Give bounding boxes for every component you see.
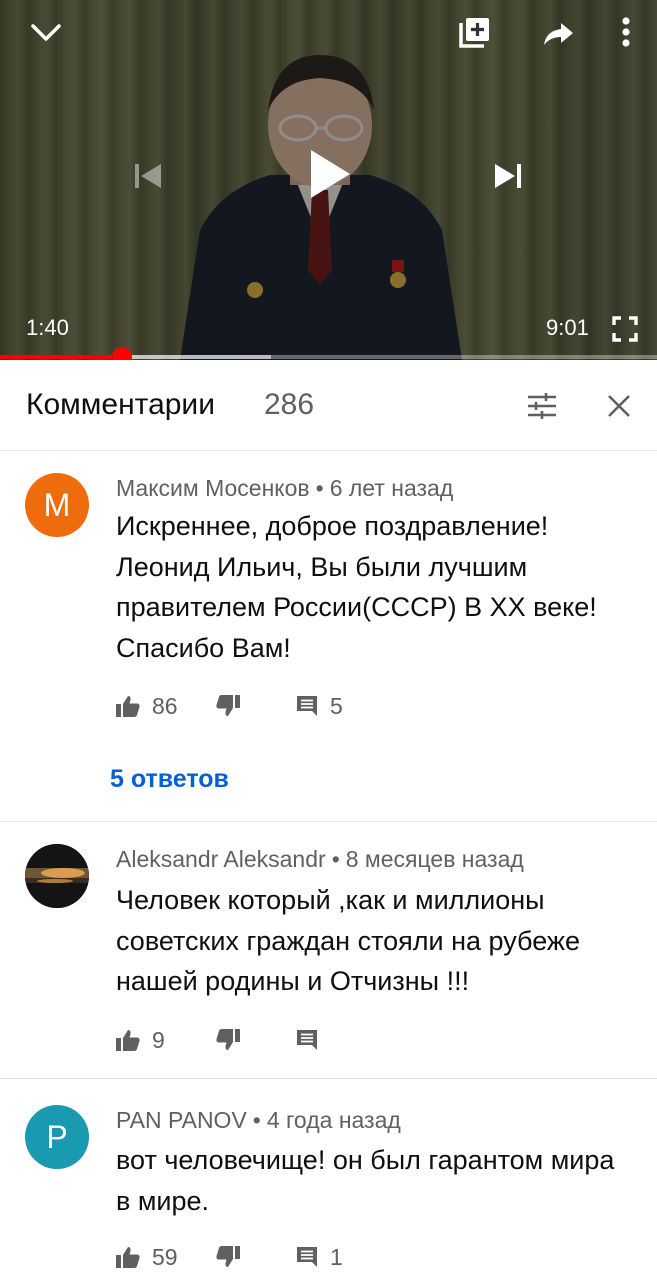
play-button[interactable]: [298, 142, 362, 206]
comments-count: 286: [264, 388, 315, 421]
like-count: 59: [152, 1243, 178, 1270]
thumb-down-icon: [216, 1246, 240, 1267]
add-to-playlist-button[interactable]: [455, 12, 495, 52]
avatar[interactable]: P: [25, 1105, 89, 1169]
like-button[interactable]: 86: [116, 691, 178, 721]
comment-age: 8 месяцев назад: [345, 846, 524, 872]
meta-separator: •: [252, 1107, 261, 1133]
comment-icon: [297, 1247, 317, 1267]
comment-meta: Максим Мосенков • 6 лет назад: [116, 475, 453, 502]
collapse-button[interactable]: [26, 16, 66, 50]
comment-age: 6 лет назад: [329, 475, 454, 501]
view-replies-link[interactable]: 5 ответов: [110, 765, 229, 794]
comment-icon: [297, 1030, 317, 1050]
comment-meta: Aleksandr Aleksandr • 8 месяцев назад: [116, 846, 524, 873]
avatar-image: [25, 844, 89, 908]
thumb-up-icon: [116, 1247, 140, 1268]
thumb-up-icon: [116, 696, 140, 717]
sort-icon: [528, 393, 556, 419]
comment-actions: 86 5: [116, 691, 636, 721]
skip-next-icon: [495, 164, 521, 188]
fullscreen-button[interactable]: [608, 312, 642, 346]
duration: 9:01: [546, 315, 589, 340]
comment-text: вот человечище! он был гарантом мира в м…: [116, 1145, 615, 1216]
chevron-down-icon: [31, 24, 61, 41]
thumb-up-icon: [116, 1030, 140, 1051]
progress-bar-played: [0, 355, 122, 359]
thumb-down-icon: [216, 695, 240, 716]
more-vert-icon: [622, 17, 630, 47]
previous-button[interactable]: [128, 156, 168, 196]
play-icon: [311, 150, 350, 198]
share-button[interactable]: [538, 14, 578, 54]
fullscreen-icon: [612, 316, 638, 342]
skip-previous-icon: [135, 164, 161, 188]
like-button[interactable]: 9: [116, 1025, 165, 1055]
comment-thread: M Максим Мосенков • 6 лет назад Искреннее,…: [0, 451, 657, 822]
comment-text: Искреннее, доброе поздравление! Леонид И…: [116, 511, 597, 663]
sort-comments-button[interactable]: [524, 388, 560, 424]
meta-separator: •: [331, 846, 340, 872]
video-player[interactable]: 1:40 9:01: [0, 0, 657, 360]
playlist-add-icon: [459, 18, 489, 48]
avatar[interactable]: M: [25, 473, 89, 537]
reply-button[interactable]: [296, 1025, 318, 1055]
like-count: 86: [152, 692, 178, 719]
comment-actions: 59 1: [116, 1242, 636, 1272]
progress-scrubber-handle[interactable]: [111, 347, 132, 360]
avatar[interactable]: [25, 844, 89, 908]
reply-count: 5: [330, 692, 343, 719]
dislike-button[interactable]: [216, 1025, 240, 1055]
more-options-button[interactable]: [608, 12, 644, 52]
close-comments-button[interactable]: [601, 388, 637, 424]
comment-thread: P PAN PANOV • 4 года назад вот человечище!…: [0, 1079, 657, 1280]
comment-author[interactable]: PAN PANOV: [116, 1107, 247, 1133]
meta-separator: •: [315, 475, 324, 501]
comment-age: 4 года назад: [266, 1107, 401, 1133]
close-icon: [608, 395, 630, 417]
current-time: 1:40: [26, 315, 69, 340]
like-count: 9: [152, 1026, 165, 1053]
like-button[interactable]: 59: [116, 1242, 178, 1272]
share-icon: [544, 23, 573, 45]
reply-button[interactable]: 5: [296, 691, 343, 721]
comment-author[interactable]: Aleksandr Aleksandr: [116, 846, 326, 872]
reply-count: 1: [330, 1243, 343, 1270]
comment-author[interactable]: Максим Мосенков: [116, 475, 310, 501]
comment-meta: PAN PANOV • 4 года назад: [116, 1107, 401, 1134]
comment-thread: Aleksandr Aleksandr • 8 месяцев назад Чело…: [0, 822, 657, 1079]
comment-actions: 9: [116, 1025, 636, 1055]
comment-icon: [297, 696, 317, 716]
comments-title: Комментарии: [26, 388, 215, 421]
next-button[interactable]: [488, 156, 528, 196]
reply-button[interactable]: 1: [296, 1242, 343, 1272]
thumb-down-icon: [216, 1029, 240, 1050]
comments-header: Комментарии 286: [0, 360, 657, 451]
comment-text: Человек который ,как и миллионы советски…: [116, 885, 580, 996]
dislike-button[interactable]: [216, 1242, 240, 1272]
dislike-button[interactable]: [216, 691, 240, 721]
